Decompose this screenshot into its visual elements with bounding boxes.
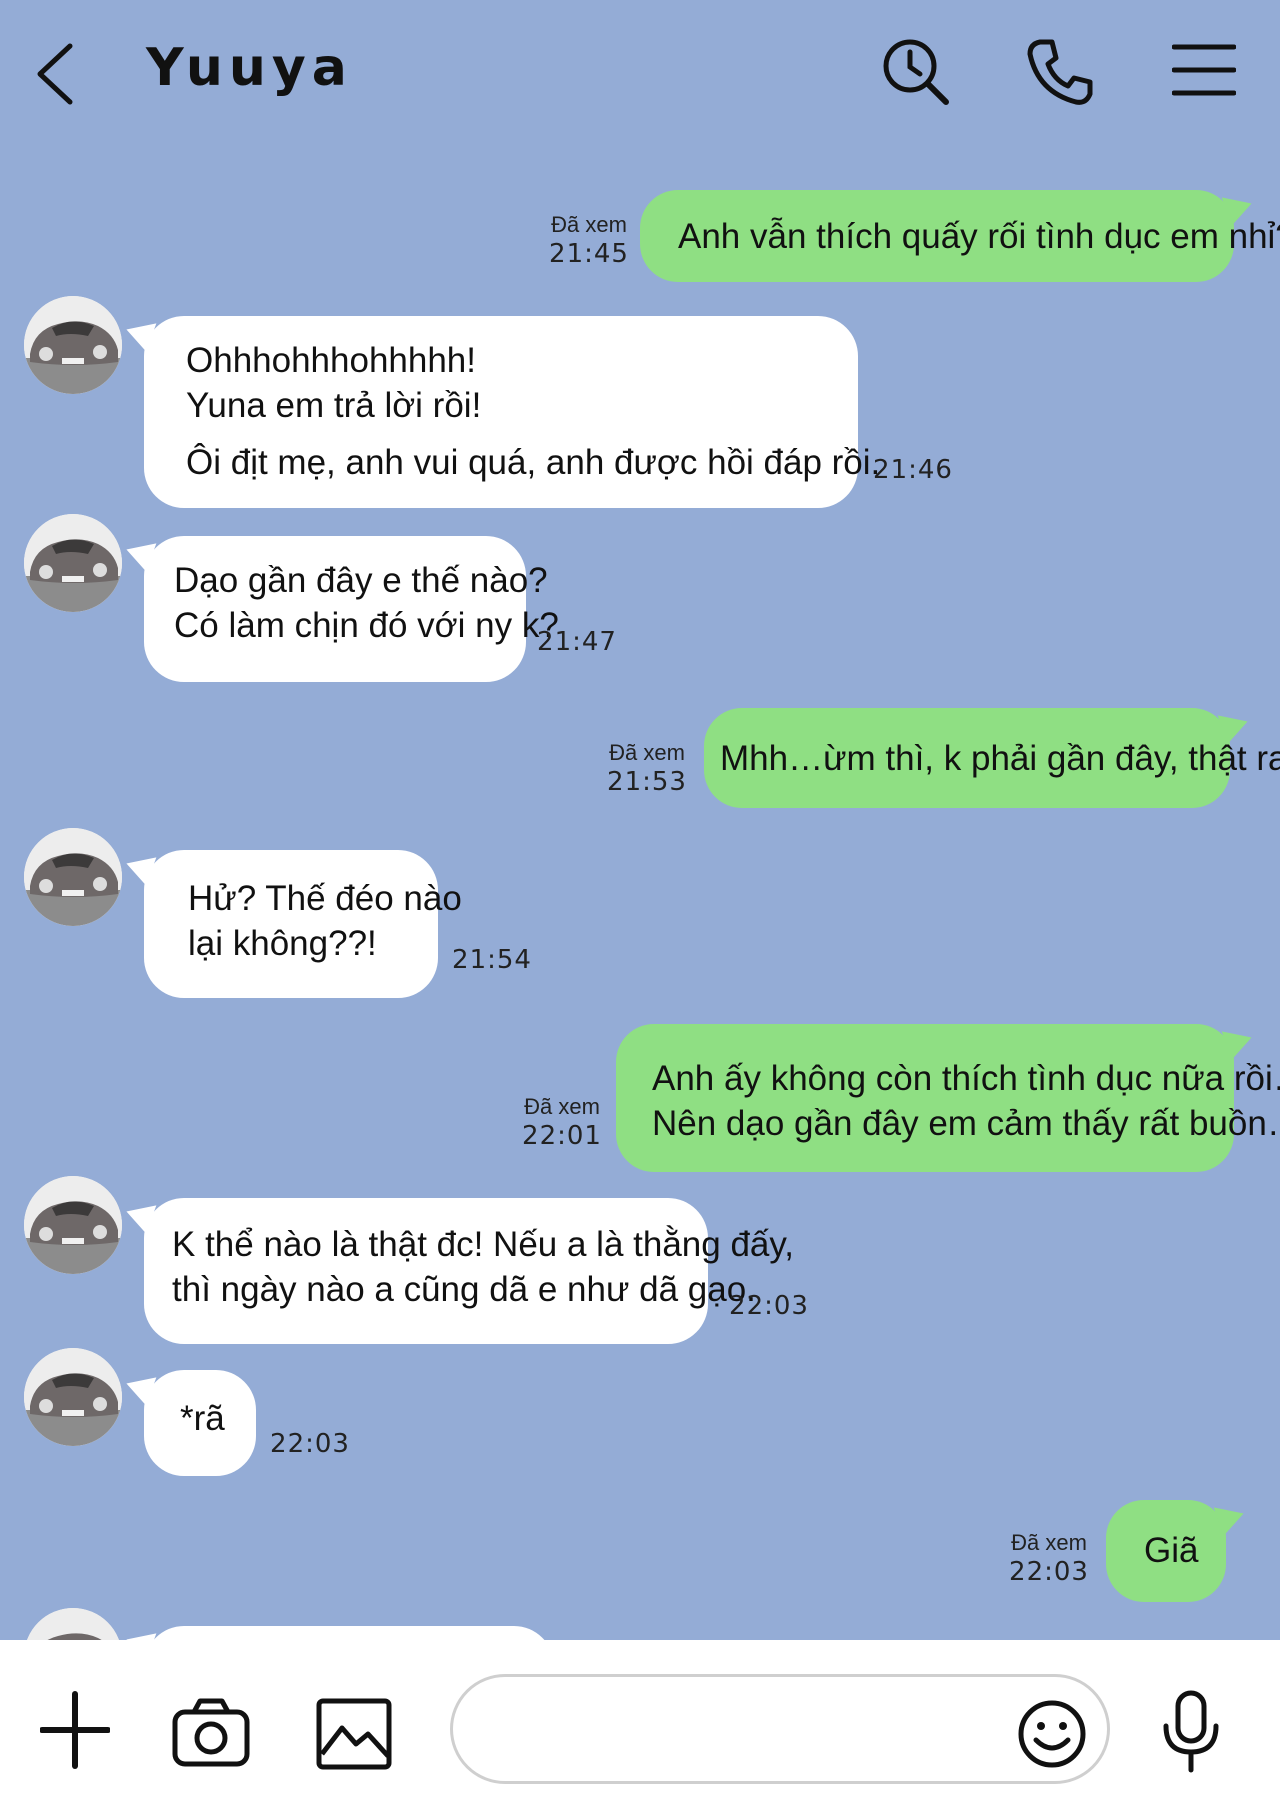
message-input-bar	[0, 1640, 1280, 1810]
plus-icon	[40, 1691, 110, 1769]
message-text: Giã	[1144, 1531, 1199, 1570]
message-text: Mhh…ừm thì, k phải gần đây, thật ra…	[720, 739, 1280, 778]
message-text: Yuna em trả lời rồi!	[186, 386, 482, 425]
message-meta: 21:47	[536, 626, 618, 658]
emoji-button[interactable]	[1016, 1698, 1088, 1770]
message-time: 21:46	[873, 455, 953, 485]
contact-avatar[interactable]	[24, 514, 122, 612]
message-text: K thể nào là thật đc! Nếu a là thằng đấy…	[172, 1225, 795, 1264]
message-time: 21:53	[607, 767, 687, 797]
contact-name: Yuuya	[146, 38, 353, 98]
menu-button[interactable]	[1172, 42, 1236, 98]
car-photo-icon	[24, 1176, 122, 1274]
message-bubble-incoming[interactable]: Ohhhohhhohhhhh! Yuna em trả lời rồi! Ôi …	[144, 316, 881, 508]
microphone-button[interactable]	[1160, 1690, 1222, 1774]
search-button[interactable]	[880, 36, 952, 108]
message-bubble-incoming[interactable]: K thể nào là thật đc! Nếu a là thằng đấy…	[144, 1198, 795, 1344]
read-receipt: Đã xem 22:01	[518, 1094, 606, 1152]
read-label: Đã xem	[609, 740, 685, 765]
message-meta: 21:54	[450, 944, 534, 976]
smiley-icon	[1018, 1700, 1086, 1768]
camera-icon	[172, 1698, 250, 1767]
read-label: Đã xem	[1011, 1530, 1087, 1555]
message-text: thì ngày nào a cũng dã e như dã gạo.	[172, 1270, 756, 1309]
message-time: 22:01	[522, 1121, 602, 1151]
message-meta: 22:03	[268, 1428, 352, 1460]
back-button[interactable]	[30, 38, 80, 108]
contact-avatar[interactable]	[24, 1176, 122, 1274]
message-bubble-outgoing[interactable]: Anh vẫn thích quấy rối tình dục em nhỉ?	[640, 190, 1280, 282]
message-text: Anh ấy không còn thích tình dục nữa rồi…	[652, 1059, 1280, 1098]
message-input[interactable]	[450, 1674, 1110, 1784]
chevron-left-icon	[37, 43, 73, 105]
read-receipt: Đã xem 22:03	[1004, 1530, 1094, 1588]
message-text: Dạo gần đây e thế nào?	[174, 561, 548, 600]
car-photo-icon	[24, 1608, 122, 1640]
message-text: Có làm chịn đó với ny k?	[174, 606, 559, 645]
hamburger-menu-icon	[1172, 44, 1236, 96]
search-clock-icon	[883, 39, 949, 105]
read-label: Đã xem	[551, 212, 627, 237]
message-meta: 21:46	[868, 454, 958, 486]
contact-avatar[interactable]	[24, 1608, 122, 1640]
chat-header: Yuuya	[0, 0, 1280, 150]
message-bubble-outgoing[interactable]: Mhh…ừm thì, k phải gần đây, thật ra…	[704, 708, 1280, 808]
message-time: 21:47	[537, 627, 617, 657]
car-photo-icon	[24, 828, 122, 926]
add-button[interactable]	[40, 1690, 110, 1770]
car-photo-icon	[24, 1348, 122, 1446]
message-time: 22:03	[1009, 1557, 1089, 1587]
message-time: 22:03	[270, 1429, 350, 1459]
message-meta: 22:03	[726, 1290, 812, 1322]
message-bubble-incoming[interactable]: Dạo gần đây e thế nào? Có làm chịn đó vớ…	[144, 536, 559, 682]
call-button[interactable]	[1024, 36, 1096, 108]
camera-button[interactable]	[172, 1696, 250, 1768]
message-text: lại không??!	[188, 924, 377, 963]
read-receipt: Đã xem 21:53	[602, 740, 692, 798]
chat-area[interactable]: Đã xem 21:45 Anh vẫn thích quấy rối tình…	[0, 0, 1280, 1640]
contact-avatar[interactable]	[24, 1348, 122, 1446]
phone-icon	[1027, 39, 1093, 105]
message-text: Ôi địt mẹ, anh vui quá, anh được hồi đáp…	[186, 443, 881, 482]
message-bubble-incoming-partial[interactable]	[144, 1626, 554, 1640]
message-text: *rã	[180, 1399, 225, 1438]
read-receipt: Đã xem 21:45	[548, 212, 630, 270]
message-text: Ohhhohhhohhhhh!	[186, 341, 476, 380]
contact-avatar[interactable]	[24, 828, 122, 926]
image-icon	[316, 1698, 392, 1770]
message-time: 22:03	[729, 1291, 809, 1321]
contact-avatar[interactable]	[24, 296, 122, 394]
microphone-icon	[1163, 1690, 1219, 1773]
car-photo-icon	[24, 514, 122, 612]
message-time: 21:45	[549, 239, 629, 269]
message-text: Hử? Thế đéo nào	[188, 879, 462, 918]
message-time: 21:54	[452, 945, 532, 975]
message-text: Anh vẫn thích quấy rối tình dục em nhỉ?	[678, 217, 1280, 256]
image-button[interactable]	[316, 1698, 392, 1770]
message-bubble-outgoing[interactable]: Anh ấy không còn thích tình dục nữa rồi……	[616, 1024, 1280, 1172]
read-label: Đã xem	[524, 1094, 600, 1119]
message-bubble-incoming[interactable]: *rã	[144, 1370, 256, 1476]
message-text: Nên dạo gần đây em cảm thấy rất buồn…	[652, 1104, 1280, 1143]
car-photo-icon	[24, 296, 122, 394]
message-bubble-incoming[interactable]: Hử? Thế đéo nào lại không??!	[144, 850, 462, 998]
message-bubble-outgoing[interactable]: Giã	[1106, 1500, 1226, 1602]
